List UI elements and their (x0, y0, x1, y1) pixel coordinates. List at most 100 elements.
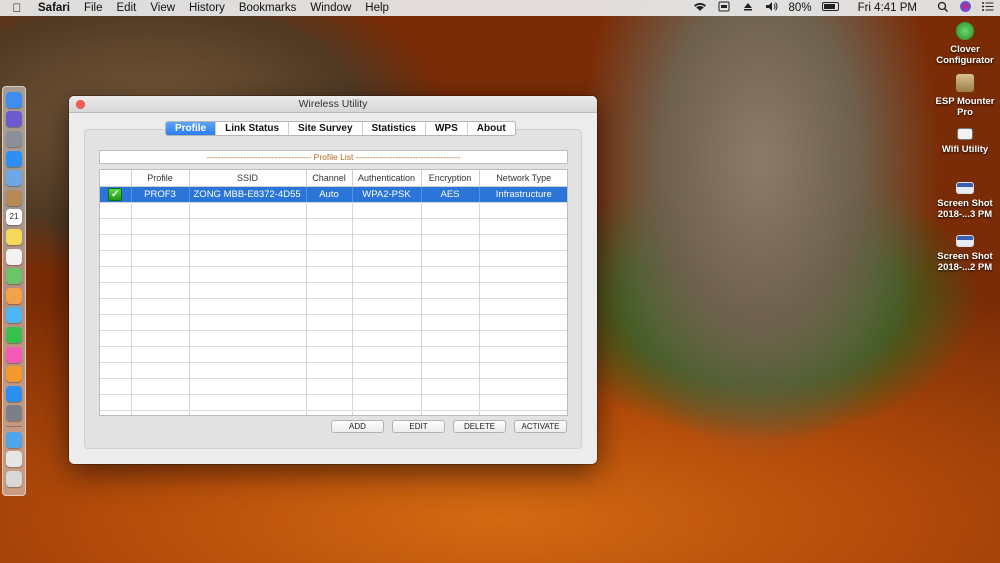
reminders-icon[interactable] (6, 248, 22, 265)
volume-icon[interactable] (760, 1, 784, 15)
menu-view[interactable]: View (143, 2, 182, 14)
table-row[interactable] (100, 250, 567, 267)
window-titlebar[interactable]: Wireless Utility (69, 96, 597, 113)
column-header-authentication[interactable]: Authentication (352, 170, 422, 187)
finder-icon[interactable] (6, 91, 22, 108)
system-preferences-icon[interactable] (6, 405, 22, 422)
empty-cell (352, 234, 422, 251)
column-header-profile[interactable]: Profile (131, 170, 190, 187)
empty-cell (100, 410, 132, 415)
close-window-button[interactable] (76, 100, 85, 109)
menu-help[interactable]: Help (358, 2, 396, 14)
menu-file[interactable]: File (77, 2, 110, 14)
tab-profile[interactable]: Profile (166, 122, 217, 135)
table-row[interactable] (100, 298, 567, 315)
menu-edit[interactable]: Edit (110, 2, 144, 14)
empty-cell (421, 234, 480, 251)
menu-bookmarks[interactable]: Bookmarks (232, 2, 304, 14)
tab-about[interactable]: About (468, 122, 515, 135)
table-row[interactable] (100, 410, 567, 415)
itunes-icon[interactable] (6, 346, 22, 363)
empty-cell (421, 266, 480, 283)
table-row[interactable] (100, 282, 567, 299)
battery-icon[interactable] (817, 2, 844, 14)
tab-statistics[interactable]: Statistics (363, 122, 426, 135)
column-header-channel[interactable]: Channel (306, 170, 353, 187)
menu-window[interactable]: Window (303, 2, 358, 14)
trash-icon[interactable] (6, 471, 22, 488)
messages-icon[interactable] (6, 307, 22, 324)
desktop-icon-screen-shot-1[interactable]: Screen Shot 2018-...3 PM (930, 182, 1000, 220)
documents-stack-icon[interactable] (6, 451, 22, 468)
menubar-clock[interactable]: Fri 4:41 PM (844, 2, 931, 14)
table-row[interactable] (100, 266, 567, 283)
empty-cell (189, 394, 307, 411)
printer-status-icon[interactable] (712, 1, 736, 15)
desktop-icon-clover-configurator[interactable]: Clover Configurator (930, 22, 1000, 66)
empty-cell (100, 346, 132, 363)
delete-button[interactable]: DELETE (453, 420, 506, 433)
column-header-network-type[interactable]: Network Type (479, 170, 567, 187)
tab-wps[interactable]: WPS (426, 122, 468, 135)
action-button-row: ADD EDIT DELETE ACTIVATE (85, 420, 583, 434)
tab-site-survey[interactable]: Site Survey (289, 122, 363, 135)
table-row[interactable] (100, 218, 567, 235)
column-header-status[interactable] (100, 170, 132, 187)
wifi-status-icon[interactable] (688, 1, 712, 15)
activate-button[interactable]: ACTIVATE (514, 420, 567, 433)
safari-icon[interactable] (6, 150, 22, 167)
table-row[interactable] (100, 330, 567, 347)
siri-icon[interactable] (955, 1, 976, 15)
table-row[interactable] (100, 314, 567, 331)
calendar-icon[interactable]: 21 (6, 209, 22, 226)
empty-cell (306, 378, 353, 395)
facetime-icon[interactable] (6, 326, 22, 343)
edit-button[interactable]: EDIT (392, 420, 445, 433)
table-row[interactable] (100, 394, 567, 411)
table-row[interactable] (100, 378, 567, 395)
app-store-icon[interactable] (6, 385, 22, 402)
eject-icon[interactable] (736, 1, 760, 15)
menu-history[interactable]: History (182, 2, 232, 14)
siri-icon[interactable] (6, 111, 22, 128)
empty-cell (100, 362, 132, 379)
empty-cell (479, 346, 567, 363)
downloads-folder-icon[interactable] (6, 431, 22, 448)
desktop-icon-wifi-utility[interactable]: Wifi Utility (930, 128, 1000, 155)
launchpad-icon[interactable] (6, 130, 22, 147)
menu-safari[interactable]: Safari (34, 2, 77, 14)
desktop-icon-esp-mounter-pro[interactable]: ESP Mounter Pro (930, 74, 1000, 118)
empty-cell (479, 234, 567, 251)
empty-cell (306, 298, 353, 315)
empty-cell (306, 282, 353, 299)
maps-icon[interactable] (6, 268, 22, 285)
photos-icon[interactable] (6, 287, 22, 304)
notes-icon[interactable] (6, 228, 22, 245)
desktop-icon-screen-shot-2[interactable]: Screen Shot 2018-...2 PM (930, 235, 1000, 273)
profile-list-heading: ------------------------------------- Pr… (99, 150, 568, 164)
ibooks-icon[interactable] (6, 366, 22, 383)
empty-cell (100, 394, 132, 411)
apple-menu-icon[interactable]:  (0, 1, 34, 15)
table-row[interactable] (100, 202, 567, 219)
column-header-ssid[interactable]: SSID (189, 170, 307, 187)
mail-icon[interactable] (6, 170, 22, 187)
table-row[interactable]: ✓ PROF3 ZONG MBB-E8372-4D55 Auto WPA2-PS… (100, 186, 567, 203)
empty-cell (189, 346, 307, 363)
spotlight-search-icon[interactable] (931, 1, 955, 15)
notification-center-icon[interactable] (976, 1, 1000, 15)
encryption-cell: AES (421, 186, 480, 203)
tab-link-status[interactable]: Link Status (216, 122, 290, 135)
battery-percent[interactable]: 80% (784, 2, 817, 14)
add-button[interactable]: ADD (331, 420, 384, 433)
empty-cell (421, 330, 480, 347)
table-row[interactable] (100, 346, 567, 363)
empty-cell (421, 314, 480, 331)
empty-cell (189, 234, 307, 251)
table-row[interactable] (100, 362, 567, 379)
table-row[interactable] (100, 234, 567, 251)
column-header-encryption[interactable]: Encryption (421, 170, 480, 187)
contacts-icon[interactable] (6, 189, 22, 206)
empty-cell (421, 282, 480, 299)
empty-cell (100, 378, 132, 395)
